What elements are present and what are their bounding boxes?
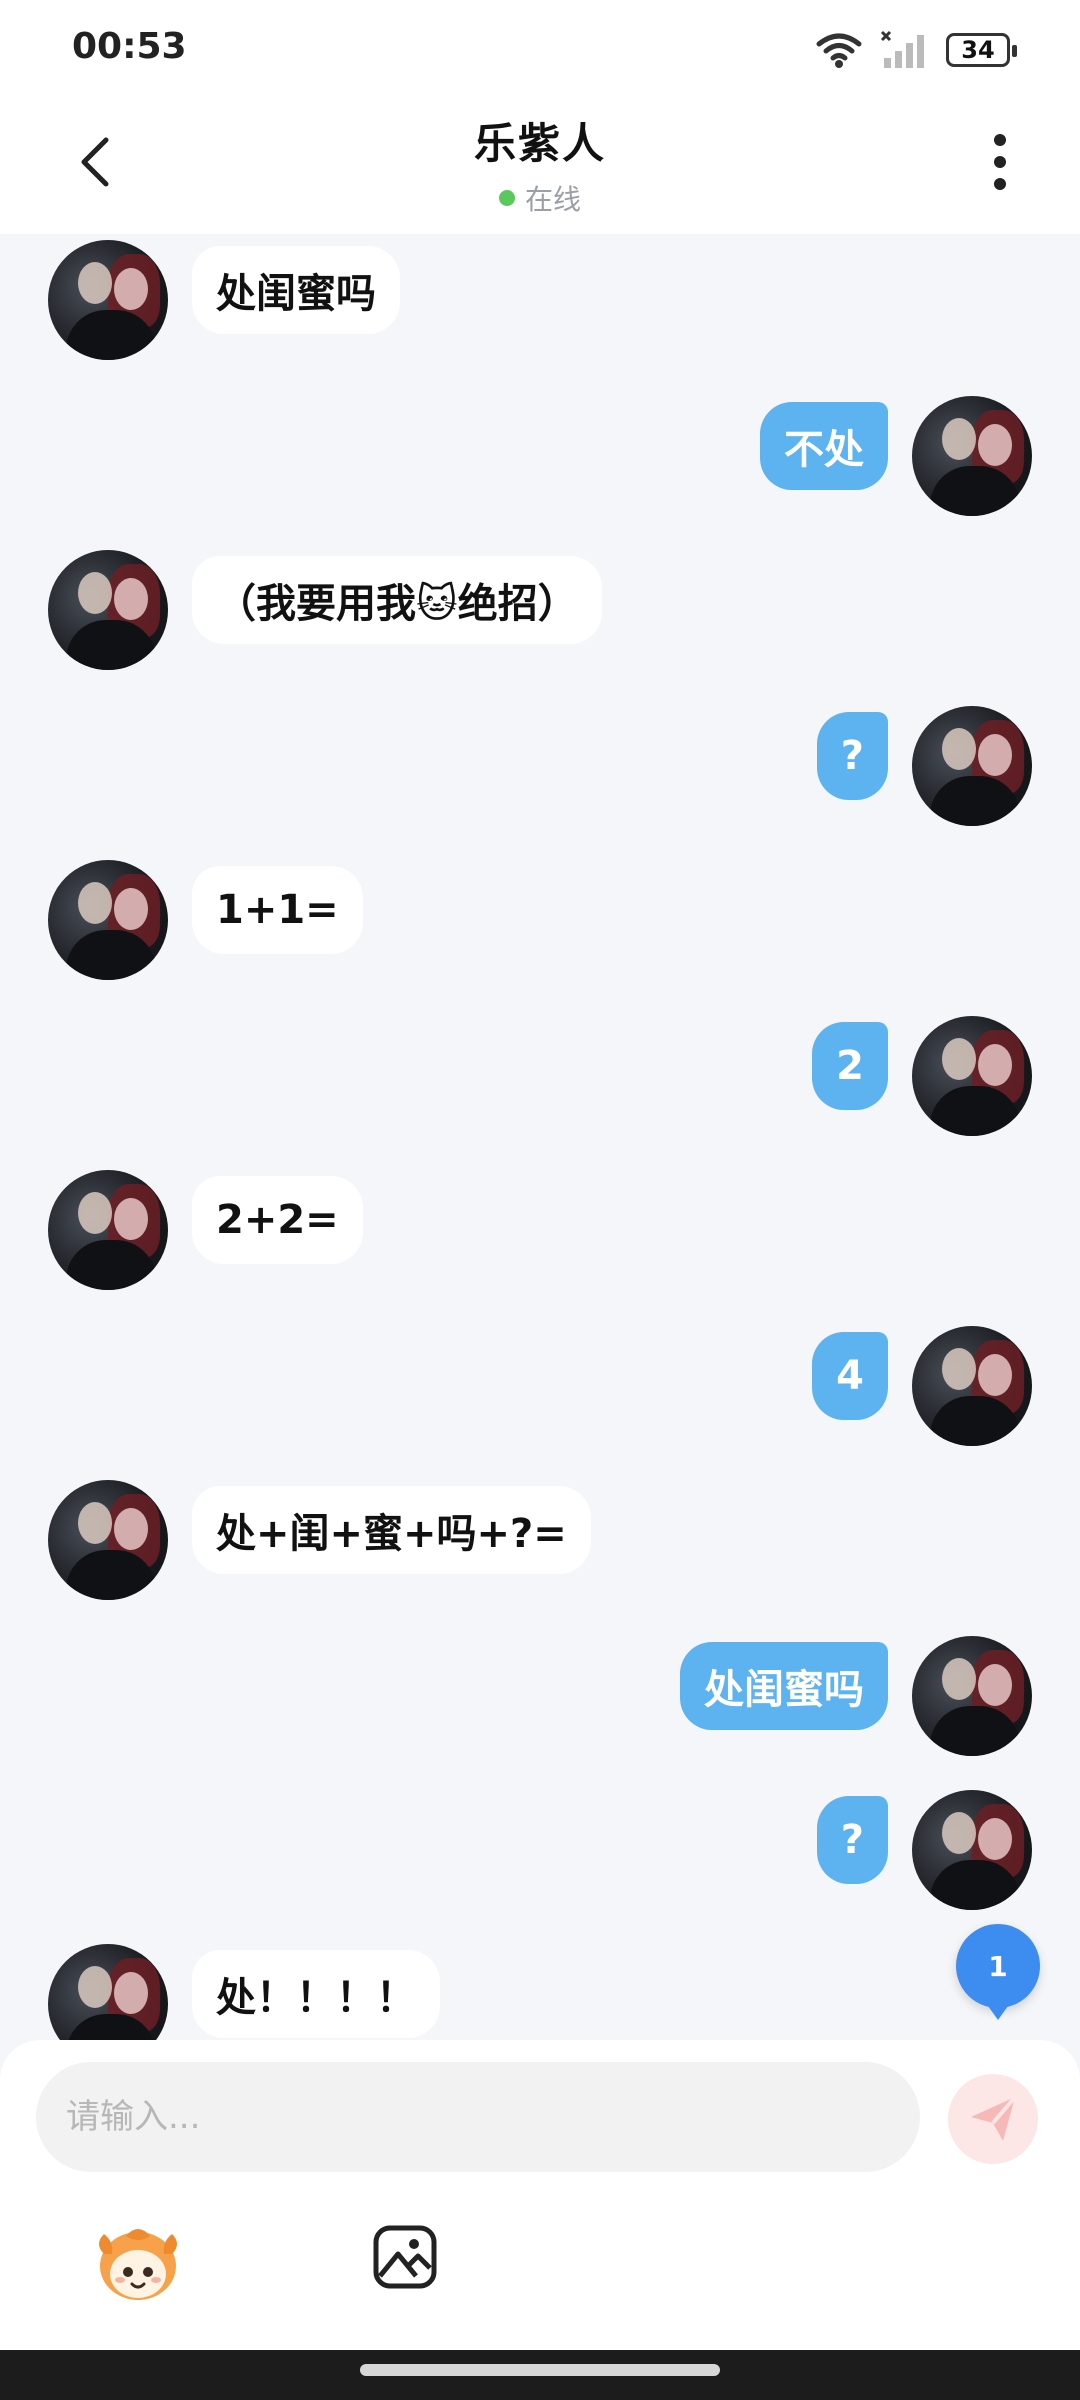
battery-indicator: 34 <box>946 33 1017 67</box>
own-avatar[interactable] <box>912 1636 1032 1756</box>
composer-panel <box>0 2040 1080 2350</box>
message-row: 1+1= <box>0 860 1080 980</box>
message-bubble[interactable]: 处+闺+蜜+吗+?= <box>192 1486 591 1574</box>
message-row: 2 <box>0 1016 1080 1136</box>
message-row: ? <box>0 1790 1080 1910</box>
status-icons: 34 <box>814 26 1017 74</box>
clock: 00:53 <box>72 26 187 67</box>
message-bubble[interactable]: 4 <box>812 1332 888 1420</box>
own-avatar[interactable] <box>912 1790 1032 1910</box>
contact-avatar[interactable] <box>48 1170 168 1290</box>
send-icon <box>971 2095 1017 2141</box>
message-bubble[interactable]: 2 <box>812 1022 888 1110</box>
message-bubble[interactable]: 1+1= <box>192 866 363 954</box>
contact-avatar[interactable] <box>48 860 168 980</box>
message-row: 处闺蜜吗 <box>0 1636 1080 1756</box>
own-avatar[interactable] <box>912 706 1032 826</box>
message-row: 2+2= <box>0 1170 1080 1290</box>
message-row: 处+闺+蜜+吗+?= <box>0 1480 1080 1600</box>
message-row: （我要用我🐱绝招） <box>0 550 1080 670</box>
message-row: 不处 <box>0 396 1080 516</box>
own-avatar[interactable] <box>912 396 1032 516</box>
message-input[interactable] <box>36 2062 920 2172</box>
image-icon <box>373 2225 437 2289</box>
message-list[interactable]: 处闺蜜吗 不处 （我要用我🐱绝招） ? 1+1= 2 2+2= 4 处+闺+蜜+… <box>0 234 1080 2040</box>
message-row: 处！！！！ <box>0 1944 1080 2040</box>
online-status-label: 在线 <box>524 183 581 216</box>
message-bubble[interactable]: 处闺蜜吗 <box>192 246 400 334</box>
contact-name: 乐紫人 <box>473 119 606 168</box>
mascot-emoji-icon <box>99 2229 177 2300</box>
own-avatar[interactable] <box>912 1326 1032 1446</box>
send-button[interactable] <box>948 2074 1038 2164</box>
contact-avatar[interactable] <box>48 1944 168 2040</box>
online-status: 在线 <box>0 178 1080 218</box>
status-bar: 00:53 34 <box>0 0 1080 100</box>
contact-avatar[interactable] <box>48 240 168 360</box>
message-row: 处闺蜜吗 <box>0 240 1080 360</box>
system-navigation-bar <box>0 2350 1080 2400</box>
own-avatar[interactable] <box>912 1016 1032 1136</box>
contact-avatar[interactable] <box>48 550 168 670</box>
message-bubble[interactable]: ? <box>816 712 888 800</box>
message-bubble[interactable]: 2+2= <box>192 1176 363 1264</box>
message-row: ? <box>0 706 1080 826</box>
emoji-button[interactable] <box>90 2214 186 2310</box>
more-options-button[interactable] <box>960 122 1040 202</box>
home-indicator[interactable] <box>360 2364 720 2376</box>
message-bubble[interactable]: 处！！！！ <box>192 1950 440 2038</box>
contact-avatar[interactable] <box>48 1480 168 1600</box>
message-row: 4 <box>0 1326 1080 1446</box>
chat-header: 乐紫人 在线 <box>0 100 1080 234</box>
message-bubble[interactable]: 处闺蜜吗 <box>680 1642 888 1730</box>
message-bubble[interactable]: 不处 <box>760 402 888 490</box>
message-bubble[interactable]: （我要用我🐱绝招） <box>192 556 602 644</box>
unread-count-badge[interactable]: 1 <box>956 1924 1040 2020</box>
signal-icon <box>880 30 924 68</box>
wifi-icon <box>816 33 862 68</box>
more-vertical-icon <box>994 134 1006 190</box>
message-bubble[interactable]: ? <box>816 1796 888 1884</box>
online-dot <box>498 190 515 206</box>
image-picker-button[interactable] <box>370 2222 440 2292</box>
